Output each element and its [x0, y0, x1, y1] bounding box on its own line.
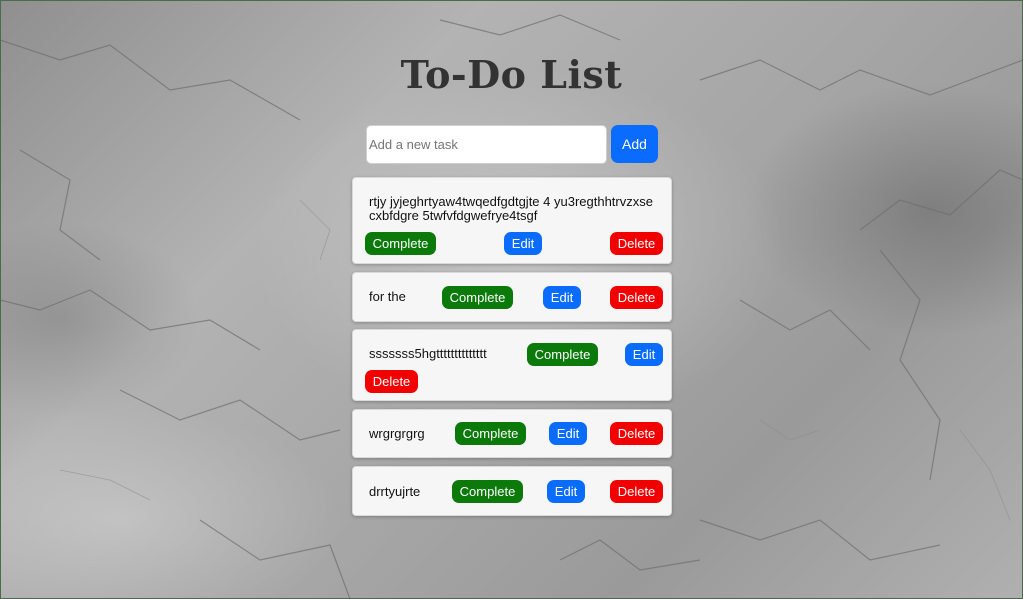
edit-button[interactable]: Edit [549, 422, 587, 445]
delete-button[interactable]: Delete [365, 370, 418, 393]
task-text: sssssss5hgtttttttttttttt [369, 346, 487, 361]
delete-button[interactable]: Delete [610, 286, 663, 309]
task-text: wrgrgrgrg [369, 426, 425, 441]
edit-button[interactable]: Edit [504, 232, 542, 255]
task-item: for the Complete Edit Delete [352, 272, 672, 322]
edit-button[interactable]: Edit [547, 480, 585, 503]
delete-button[interactable]: Delete [610, 480, 663, 503]
task-text: rtjy jyjeghrtyaw4twqedfgdtgjte 4 yu3regt… [369, 194, 653, 223]
new-task-input[interactable] [366, 125, 607, 164]
task-text: for the [369, 289, 406, 304]
edit-button[interactable]: Edit [543, 286, 581, 309]
complete-button[interactable]: Complete [365, 232, 436, 255]
complete-button[interactable]: Complete [442, 286, 513, 309]
delete-button[interactable]: Delete [610, 422, 663, 445]
page-title: To-Do List [400, 52, 623, 97]
task-item: rtjy jyjeghrtyaw4twqedfgdtgjte 4 yu3regt… [352, 177, 672, 264]
complete-button[interactable]: Complete [455, 422, 526, 445]
task-item: sssssss5hgtttttttttttttt Complete Edit D… [352, 329, 672, 401]
task-text: drrtyujrte [369, 484, 421, 499]
task-item: drrtyujrte Complete Edit Delete [352, 466, 672, 516]
edit-button[interactable]: Edit [625, 343, 663, 366]
complete-button[interactable]: Complete [452, 480, 523, 503]
add-task-button[interactable]: Add [611, 125, 658, 163]
task-item: wrgrgrgrg Complete Edit Delete [352, 409, 672, 458]
complete-button[interactable]: Complete [527, 343, 598, 366]
delete-button[interactable]: Delete [610, 232, 663, 255]
